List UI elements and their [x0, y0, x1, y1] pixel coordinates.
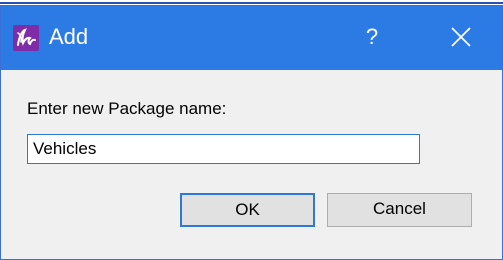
package-name-label: Enter new Package name:: [27, 99, 227, 118]
close-button[interactable]: [441, 20, 481, 54]
background-window-border: [0, 2, 503, 4]
title-bar[interactable]: Add ?: [1, 6, 502, 70]
help-button[interactable]: ?: [357, 20, 387, 54]
add-package-dialog: Add ? Enter new Package name: OK Cancel: [0, 5, 503, 260]
package-name-input[interactable]: [27, 134, 420, 164]
close-icon: [451, 27, 471, 47]
dialog-title: Add: [49, 24, 89, 49]
ok-button[interactable]: OK: [180, 193, 315, 227]
app-logo-icon: [13, 25, 39, 51]
cancel-button[interactable]: Cancel: [327, 193, 472, 227]
